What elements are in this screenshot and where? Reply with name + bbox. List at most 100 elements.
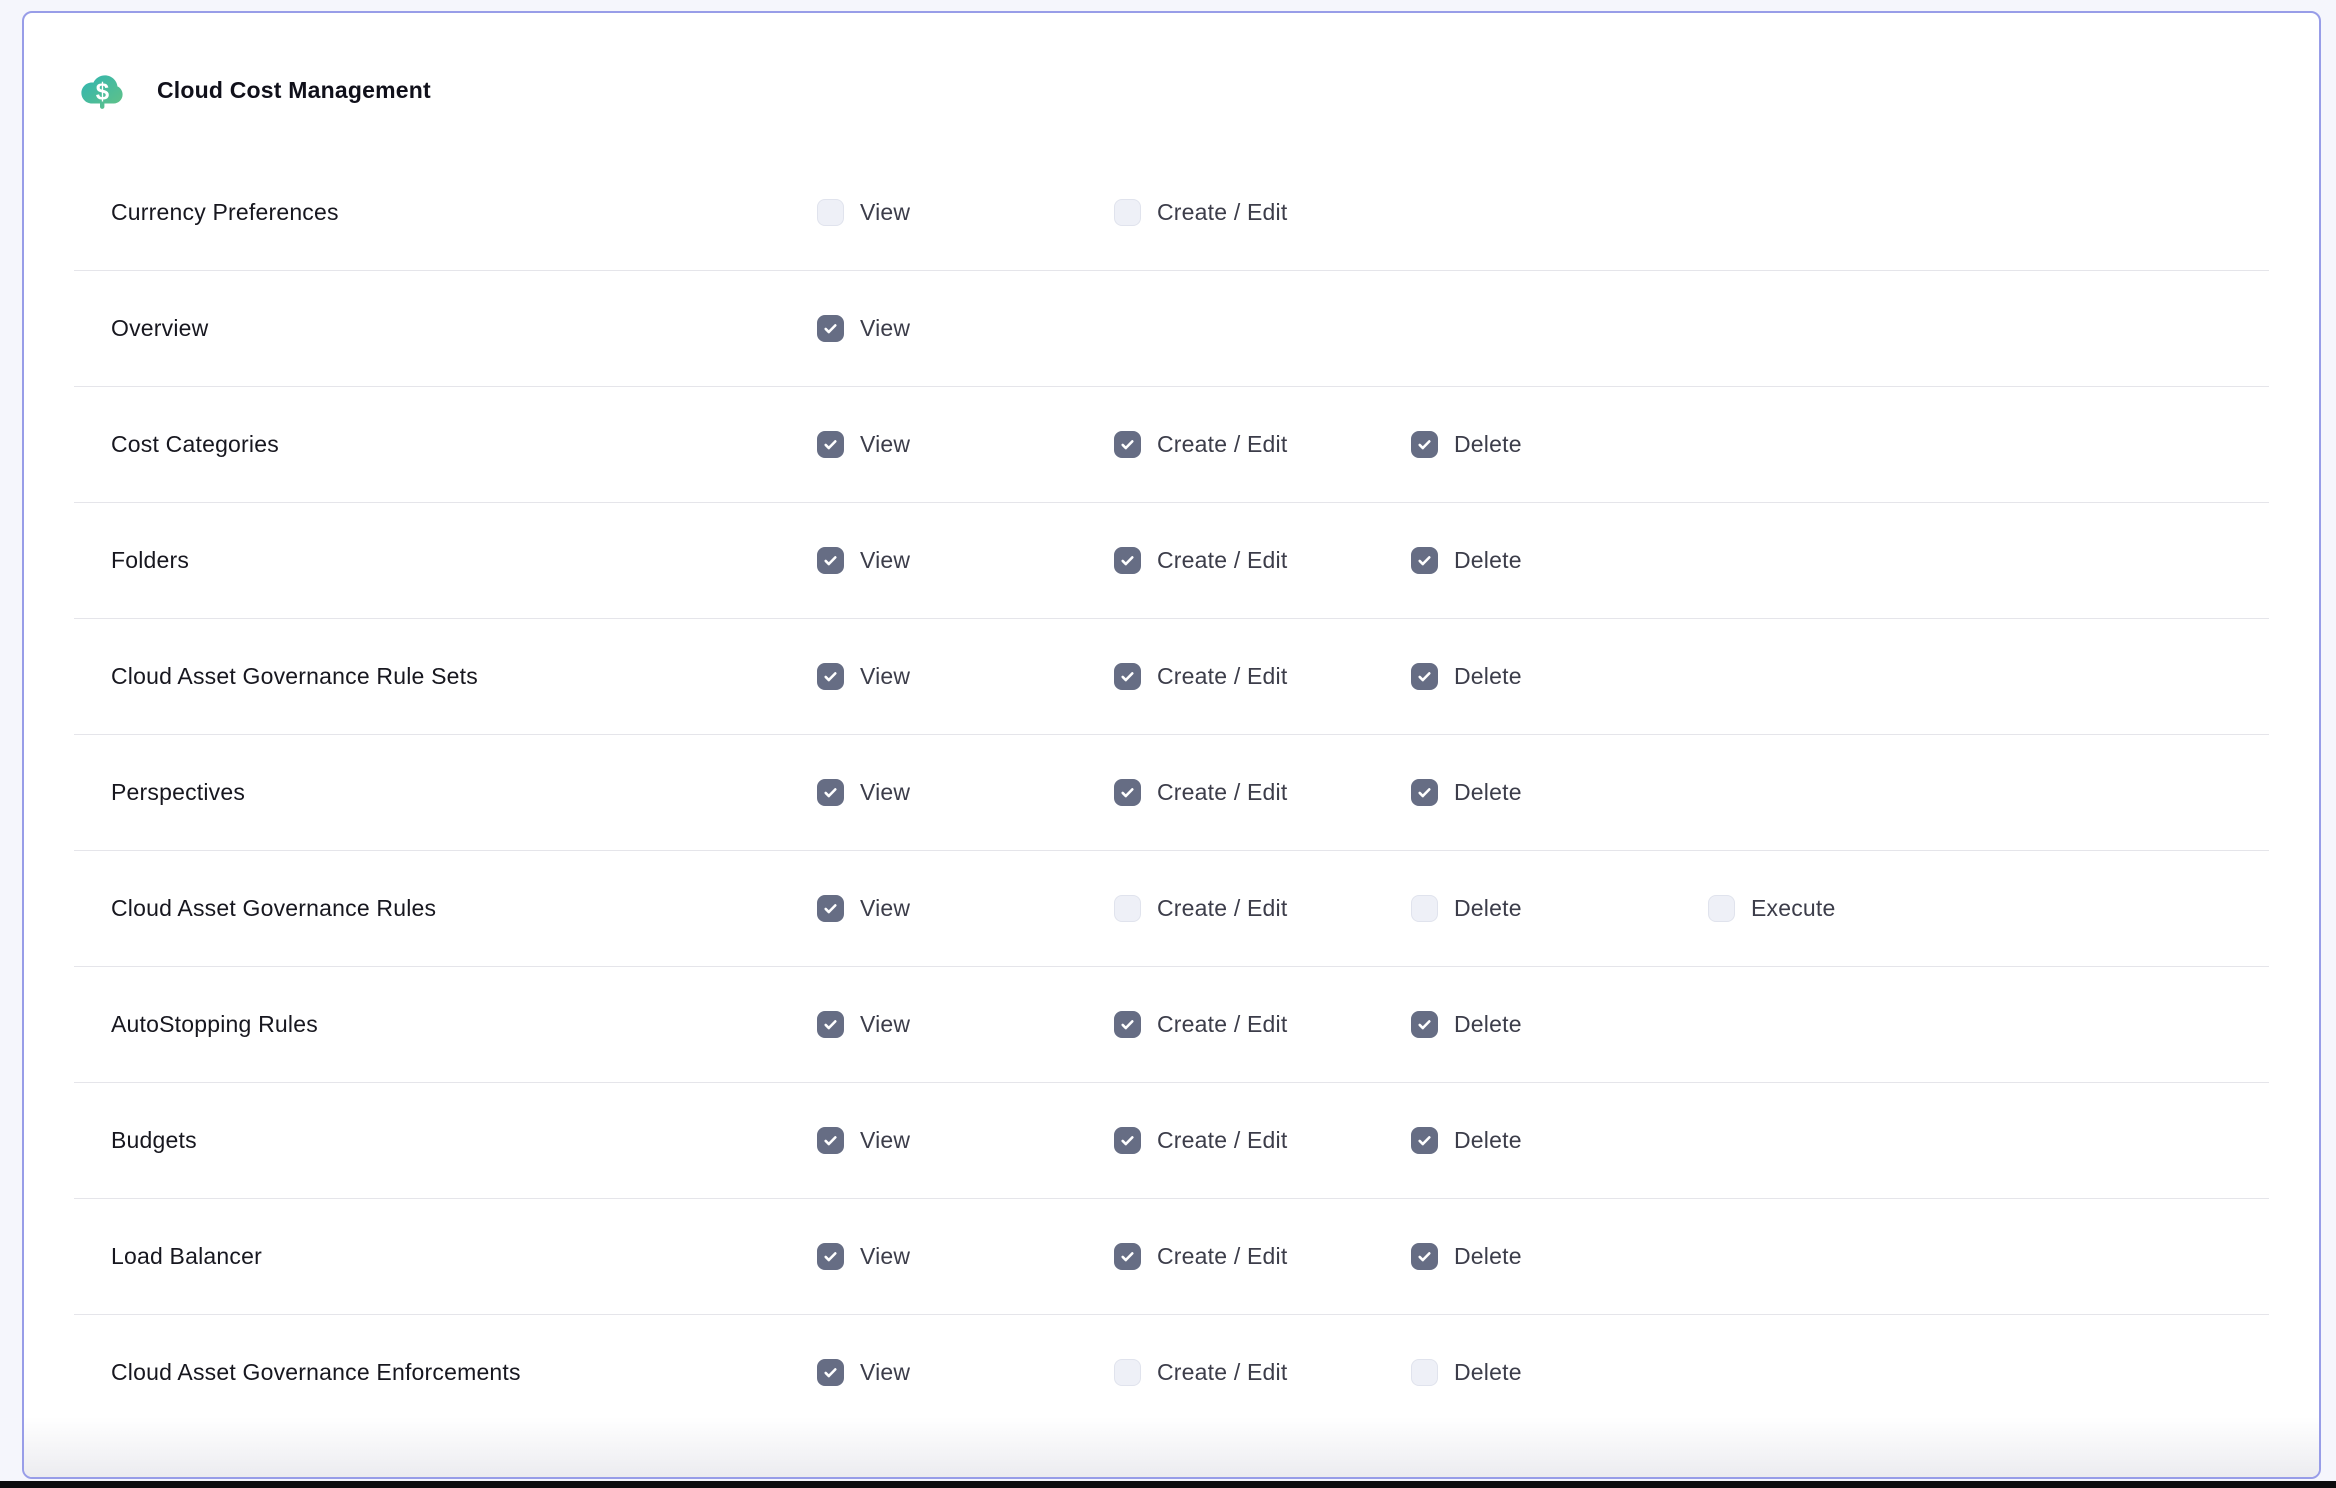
bottom-edge-bar (0, 1481, 2336, 1488)
cloud-dollar-icon: $ (79, 70, 126, 112)
create-edit-checkbox-label: Create / Edit (1157, 1011, 1287, 1038)
permission-row: Load Balancer View Create / Edit Delete (74, 1198, 2269, 1314)
checkmark-icon (1119, 1248, 1136, 1265)
row-label: Cloud Asset Governance Rule Sets (74, 663, 817, 690)
permission-cell-create-edit: Create / Edit (1114, 431, 1411, 458)
module-title: Cloud Cost Management (157, 77, 431, 104)
delete-checkbox[interactable] (1411, 663, 1438, 690)
create-edit-checkbox[interactable] (1114, 1127, 1141, 1154)
create-edit-checkbox-label: Create / Edit (1157, 1243, 1287, 1270)
permission-cell-view: View (817, 1359, 1114, 1386)
permission-row: AutoStopping Rules View Create / Edit Dele… (74, 966, 2269, 1082)
delete-checkbox[interactable] (1411, 547, 1438, 574)
row-cells: ViewCreate / EditDelete (817, 663, 2269, 690)
execute-checkbox[interactable] (1708, 895, 1735, 922)
cloud-cost-management-card: $ Cloud Cost Management Currency Prefere… (22, 11, 2321, 1479)
permission-cell-view: View (817, 315, 1114, 342)
checkmark-icon (1416, 1248, 1433, 1265)
permission-cell-view: View (817, 1011, 1114, 1038)
view-checkbox[interactable] (817, 1127, 844, 1154)
permission-cell-create-edit: Create / Edit (1114, 1127, 1411, 1154)
view-checkbox[interactable] (817, 547, 844, 574)
module-header: $ Cloud Cost Management (74, 13, 2269, 154)
permission-cell-create-edit: Create / Edit (1114, 547, 1411, 574)
view-checkbox[interactable] (817, 1359, 844, 1386)
row-label: Currency Preferences (74, 199, 817, 226)
view-checkbox[interactable] (817, 1011, 844, 1038)
permission-cell-create-edit: Create / Edit (1114, 779, 1411, 806)
row-label: Folders (74, 547, 817, 574)
create-edit-checkbox[interactable] (1114, 1243, 1141, 1270)
view-checkbox-label: View (860, 431, 910, 458)
permission-cell-create-edit: Create / Edit (1114, 1243, 1411, 1270)
row-label: Perspectives (74, 779, 817, 806)
view-checkbox-label: View (860, 1127, 910, 1154)
row-cells: ViewCreate / Edit (817, 199, 2269, 226)
create-edit-checkbox[interactable] (1114, 663, 1141, 690)
permission-cell-view: View (817, 895, 1114, 922)
checkmark-icon (1416, 1132, 1433, 1149)
create-edit-checkbox-label: Create / Edit (1157, 779, 1287, 806)
permission-cell-delete: Delete (1411, 779, 1708, 806)
delete-checkbox[interactable] (1411, 431, 1438, 458)
delete-checkbox-label: Delete (1454, 663, 1522, 690)
permission-cell-delete: Delete (1411, 1243, 1708, 1270)
delete-checkbox[interactable] (1411, 895, 1438, 922)
create-edit-checkbox[interactable] (1114, 431, 1141, 458)
permission-row: Cloud Asset Governance Rules ViewCreate … (74, 850, 2269, 966)
view-checkbox[interactable] (817, 779, 844, 806)
create-edit-checkbox[interactable] (1114, 199, 1141, 226)
delete-checkbox[interactable] (1411, 779, 1438, 806)
permission-cell-delete: Delete (1411, 895, 1708, 922)
permission-cell-delete: Delete (1411, 1011, 1708, 1038)
view-checkbox[interactable] (817, 663, 844, 690)
view-checkbox-label: View (860, 1243, 910, 1270)
create-edit-checkbox-label: Create / Edit (1157, 1359, 1287, 1386)
create-edit-checkbox-label: Create / Edit (1157, 895, 1287, 922)
view-checkbox[interactable] (817, 431, 844, 458)
view-checkbox[interactable] (817, 895, 844, 922)
svg-text:$: $ (96, 78, 110, 105)
row-cells: View Create / Edit Delete (817, 1359, 2269, 1386)
permissions-list: Currency Preferences ViewCreate / Edit O… (74, 154, 2269, 1430)
delete-checkbox[interactable] (1411, 1359, 1438, 1386)
create-edit-checkbox[interactable] (1114, 895, 1141, 922)
view-checkbox-label: View (860, 1359, 910, 1386)
delete-checkbox-label: Delete (1454, 547, 1522, 574)
permission-cell-create-edit: Create / Edit (1114, 199, 1411, 226)
delete-checkbox[interactable] (1411, 1127, 1438, 1154)
permission-row: Budgets ViewCreate / EditDelete (74, 1082, 2269, 1198)
view-checkbox[interactable] (817, 315, 844, 342)
permission-cell-create-edit: Create / Edit (1114, 1359, 1411, 1386)
create-edit-checkbox[interactable] (1114, 779, 1141, 806)
row-label: Load Balancer (74, 1243, 817, 1270)
view-checkbox-label: View (860, 895, 910, 922)
row-label: AutoStopping Rules (74, 1011, 817, 1038)
permission-cell-delete: Delete (1411, 547, 1708, 574)
permission-row: Cloud Asset Governance Enforcements View… (74, 1314, 2269, 1430)
row-label: Overview (74, 315, 817, 342)
create-edit-checkbox-label: Create / Edit (1157, 663, 1287, 690)
view-checkbox-label: View (860, 547, 910, 574)
permission-cell-create-edit: Create / Edit (1114, 663, 1411, 690)
execute-checkbox-label: Execute (1751, 895, 1836, 922)
delete-checkbox[interactable] (1411, 1243, 1438, 1270)
checkmark-icon (1416, 1016, 1433, 1033)
row-cells: View Create / Edit Delete (817, 547, 2269, 574)
checkmark-icon (822, 436, 839, 453)
view-checkbox[interactable] (817, 1243, 844, 1270)
create-edit-checkbox-label: Create / Edit (1157, 431, 1287, 458)
delete-checkbox-label: Delete (1454, 895, 1522, 922)
create-edit-checkbox[interactable] (1114, 1011, 1141, 1038)
permission-row: Currency Preferences ViewCreate / Edit (74, 154, 2269, 270)
view-checkbox[interactable] (817, 199, 844, 226)
delete-checkbox-label: Delete (1454, 1243, 1522, 1270)
permission-cell-view: View (817, 199, 1114, 226)
create-edit-checkbox[interactable] (1114, 1359, 1141, 1386)
checkmark-icon (1119, 552, 1136, 569)
delete-checkbox-label: Delete (1454, 431, 1522, 458)
delete-checkbox-label: Delete (1454, 1359, 1522, 1386)
delete-checkbox[interactable] (1411, 1011, 1438, 1038)
create-edit-checkbox[interactable] (1114, 547, 1141, 574)
permission-cell-create-edit: Create / Edit (1114, 895, 1411, 922)
